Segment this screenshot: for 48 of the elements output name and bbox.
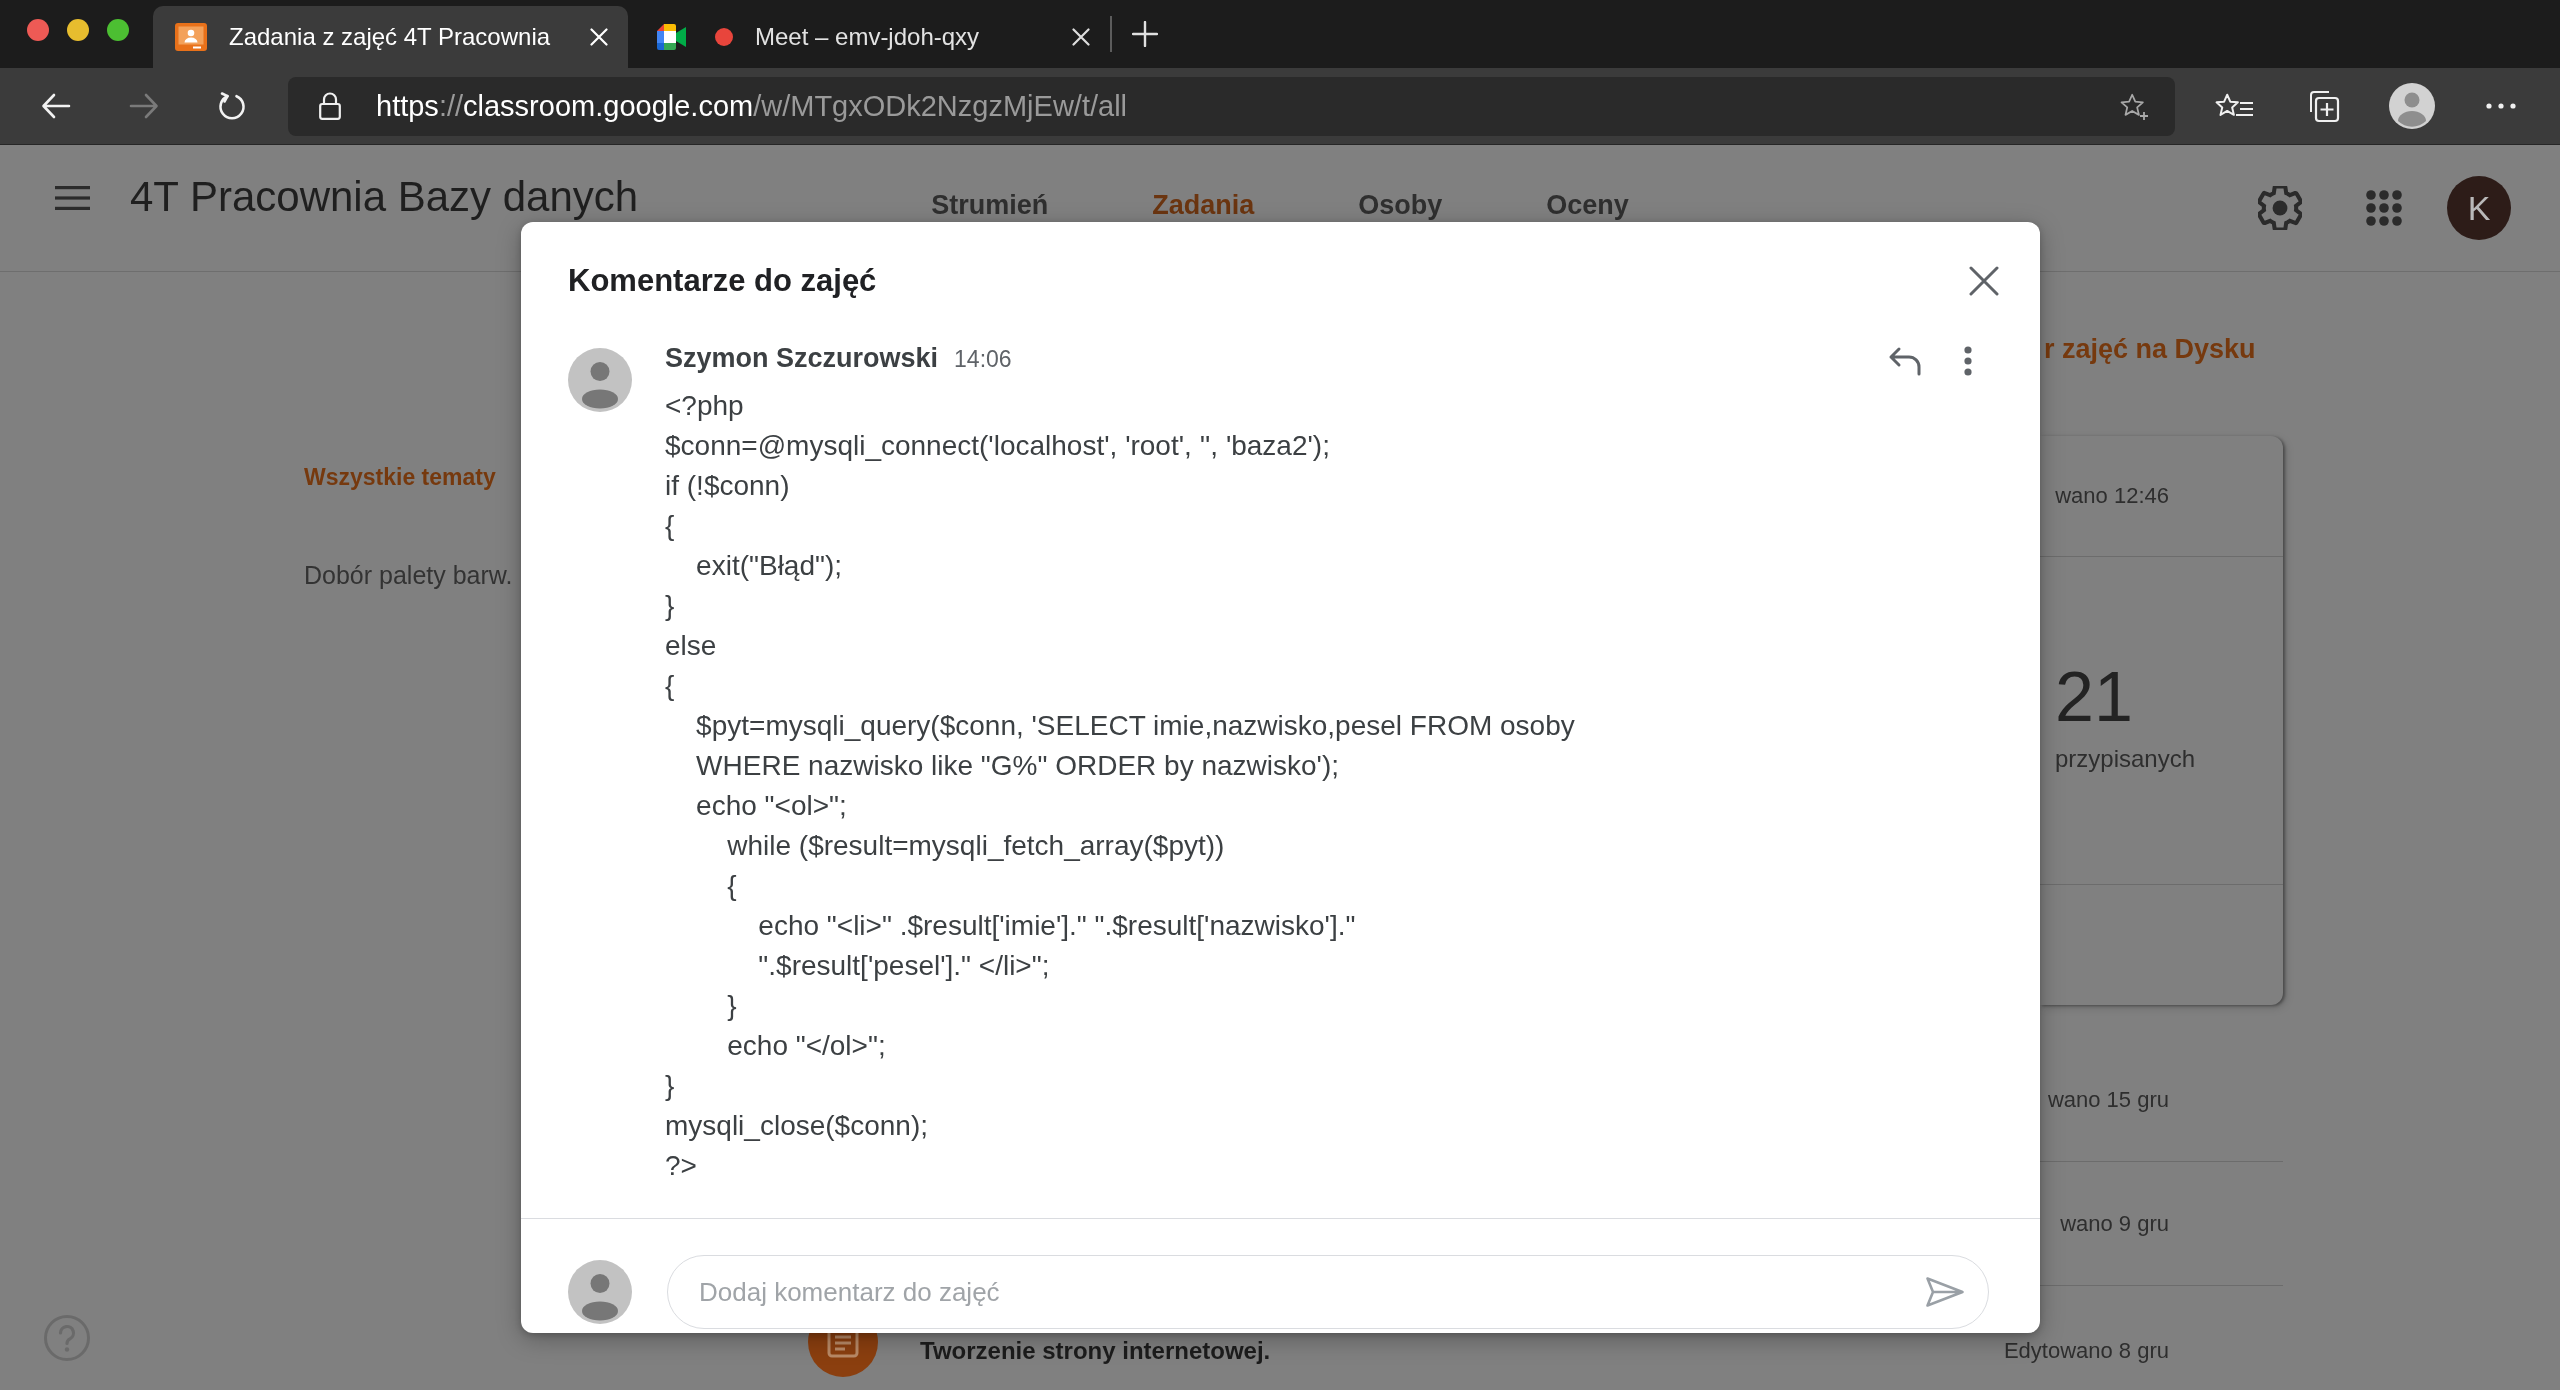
maximize-window-icon[interactable]	[107, 19, 129, 41]
reply-arrow-icon[interactable]	[1888, 346, 1922, 376]
nav-tab[interactable]: Strumień	[879, 189, 1101, 221]
topic-link[interactable]: Wszystkie tematy	[304, 463, 496, 491]
nav-tab[interactable]: Oceny	[1494, 189, 1681, 221]
close-tab-icon[interactable]	[1072, 28, 1090, 46]
assigned-count: 21	[2055, 659, 2133, 735]
nav-tab[interactable]: Osoby	[1306, 189, 1495, 221]
send-icon[interactable]	[1925, 1276, 1965, 1308]
close-window-icon[interactable]	[27, 19, 49, 41]
back-arrow-icon[interactable]	[41, 93, 71, 119]
minimize-window-icon[interactable]	[67, 19, 89, 41]
more-options-icon[interactable]	[1964, 346, 1972, 376]
topic-link[interactable]: Dobór palety barw.	[304, 561, 513, 589]
assignment-title[interactable]: Tworzenie strony internetowej.	[920, 1336, 1271, 1366]
star-plus-icon[interactable]	[2118, 91, 2150, 121]
reload-icon[interactable]	[217, 91, 247, 121]
dialog-title: Komentarze do zajęć	[568, 263, 878, 299]
comment-time: 14:06	[954, 345, 1012, 374]
person-avatar-icon	[568, 348, 632, 412]
profile-avatar-icon[interactable]	[2388, 83, 2435, 129]
close-icon[interactable]	[1969, 266, 1999, 296]
drive-folder-link[interactable]: r zajęć na Dysku	[2040, 332, 2283, 366]
settings-icon[interactable]	[2258, 186, 2302, 230]
video-camera-icon	[657, 24, 687, 50]
more-options-icon[interactable]	[2485, 103, 2516, 109]
apps-grid-icon[interactable]	[2365, 189, 2403, 227]
person-avatar-icon	[568, 1260, 632, 1324]
edited-date-text: wano 15 gru	[2047, 1085, 2169, 1114]
new-tab-icon[interactable]	[1132, 21, 1158, 47]
browser-tab[interactable]: Meet – emv-jdoh-qxy	[635, 6, 1110, 68]
browser-tab[interactable]: Zadania z zajęć 4T Pracownia	[153, 6, 628, 68]
account-avatar[interactable]: K	[2447, 176, 2511, 240]
menu-icon[interactable]	[55, 186, 90, 210]
edited-date-text: wano 9 gru	[2060, 1209, 2169, 1238]
class-title: 4T Pracownia Bazy danych	[130, 176, 639, 218]
comment-text: <?php $conn=@mysqli_connect('localhost', 'root', '', 'baza2'); if (!$conn) { exit("Błąd"); } else { $pyt=mysqli_query($conn, 'SELECT imie,nazwisko,pesel FROM osoby WHERE nazwisko like "G%" ORDER by nazwisko'); echo "<ol>"; while ($result=mysqli_fetch_array($pyt)) { echo "<li>" .$result['imie']." ".$result['nazwisko']." ".$result['pesel']." </li>"; } echo "</ol>"; } mysqli_close($conn); ?>	[665, 389, 1576, 1183]
edited-date-text: Edytowano 8 gru	[2003, 1337, 2169, 1365]
edited-time-text: wano 12:46	[2055, 482, 2169, 510]
person-tile-icon	[175, 23, 207, 51]
lock-icon	[319, 92, 341, 120]
address-bar[interactable]: https://classroom.google.com/w/MTgxODk2NzgzMjEw/t/all	[288, 76, 2175, 136]
nav-tab[interactable]: Zadania	[1100, 189, 1307, 221]
assigned-label: przypisanych	[2055, 745, 2196, 773]
url-text: https://classroom.google.com/w/MTgxODk2NzgzMjEw/t/all	[376, 89, 1128, 124]
comment-input[interactable]: Dodaj komentarz do zajęć	[667, 1255, 1989, 1329]
document-icon	[808, 1332, 878, 1377]
author-name: Szymon Szczurowski	[665, 342, 939, 374]
